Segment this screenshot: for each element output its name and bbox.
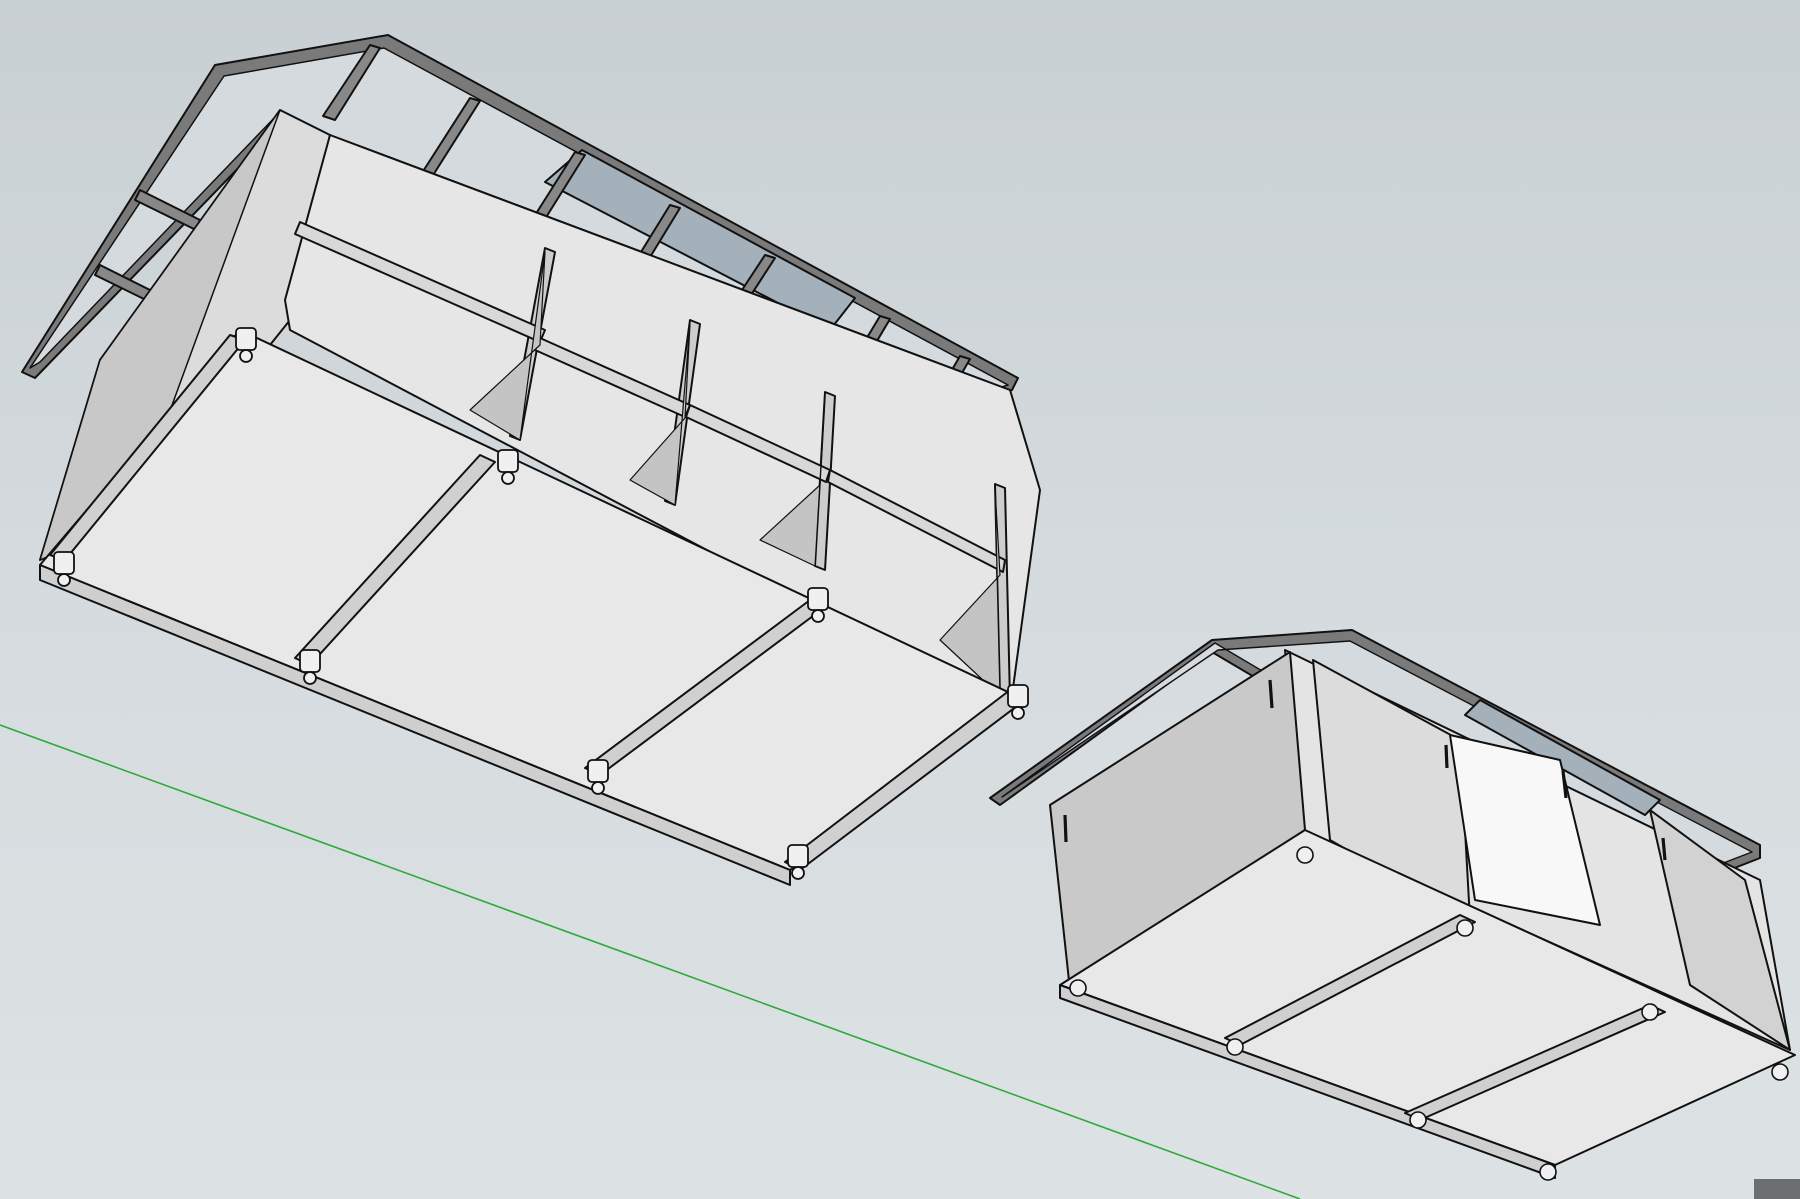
cabinet-unit-small[interactable] — [989, 629, 1796, 1181]
caster-wheel-icon — [1409, 1111, 1427, 1129]
scene-canvas[interactable] — [0, 0, 1800, 1199]
caster-wheel-icon — [1007, 684, 1029, 720]
caster-wheel-icon — [1641, 1003, 1659, 1021]
caster-wheel-icon — [1539, 1163, 1557, 1181]
handle-icon — [1444, 744, 1449, 769]
caster-wheel-icon — [1296, 846, 1314, 864]
caster-wheel-icon — [1226, 1038, 1244, 1056]
modeling-viewport[interactable] — [0, 0, 1800, 1199]
handle-icon — [1063, 814, 1068, 843]
cabinet-unit-large[interactable] — [21, 34, 1041, 886]
handle-icon — [1268, 679, 1274, 709]
corner-status-indicator — [1754, 1179, 1800, 1199]
caster-wheel-icon — [1456, 919, 1474, 937]
handle-icon — [1661, 837, 1667, 861]
caster-wheel-icon — [1771, 1063, 1789, 1081]
caster-wheel-icon — [1069, 979, 1087, 997]
